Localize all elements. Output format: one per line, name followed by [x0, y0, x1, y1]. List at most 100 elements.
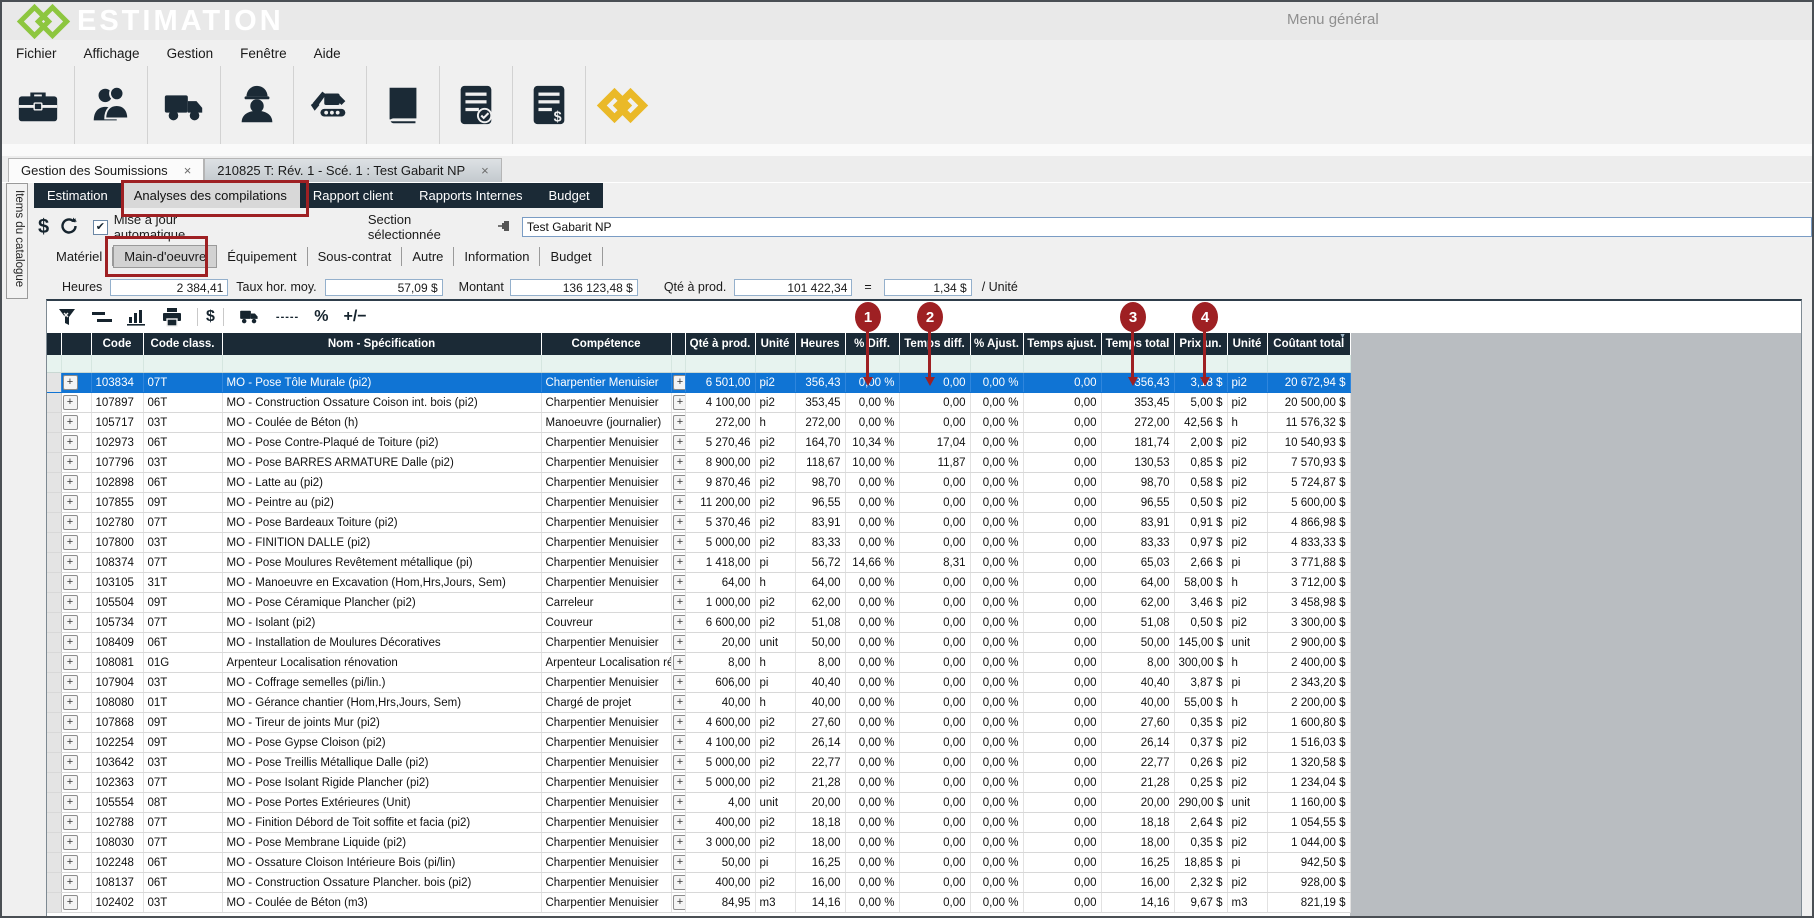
filter-cell[interactable] — [685, 355, 755, 373]
table-row[interactable]: +10297306TMO - Pose Contre-Plaqué de Toi… — [47, 433, 1350, 453]
dollar-icon[interactable]: $ — [197, 308, 224, 326]
brand-diamond-icon[interactable] — [586, 66, 658, 144]
expand-button[interactable]: + — [63, 395, 78, 410]
toolbox-icon[interactable] — [2, 66, 75, 144]
detail-button[interactable]: + — [673, 435, 686, 450]
filter-cell[interactable] — [755, 355, 795, 373]
tab-analyses-des-compilations[interactable]: Analyses des compilations — [121, 183, 300, 208]
dashes-icon[interactable]: ----- — [276, 311, 299, 323]
table-row[interactable]: +10785509TMO - Peintre au (pi2)Charpenti… — [47, 493, 1350, 513]
expand-button[interactable]: + — [63, 595, 78, 610]
expand-button[interactable]: + — [63, 735, 78, 750]
expand-button[interactable]: + — [63, 775, 78, 790]
expand-button[interactable]: + — [63, 655, 78, 670]
table-row[interactable]: +10383407TMO - Pose Tôle Murale (pi2)Cha… — [47, 373, 1350, 393]
menu-affichage[interactable]: Affichage — [84, 46, 140, 61]
header-temps-diff[interactable]: Temps diff. — [899, 333, 970, 355]
table-row[interactable]: +10786809TMO - Tireur de joints Mur (pi2… — [47, 713, 1350, 733]
detail-button[interactable]: + — [673, 415, 686, 430]
refresh-icon[interactable] — [59, 216, 79, 239]
header-prix-un[interactable]: Prix un. — [1174, 333, 1227, 355]
tab-budget-category[interactable]: Budget — [540, 247, 602, 266]
qte-field[interactable]: 101 422,34 — [734, 279, 852, 296]
table-row[interactable]: +10555408TMO - Pose Portes Extérieures (… — [47, 793, 1350, 813]
expand-button[interactable]: + — [63, 835, 78, 850]
unit-price-field[interactable]: 1,34 $ — [884, 279, 972, 296]
menu-fenetre[interactable]: Fenêtre — [240, 46, 287, 61]
header-nom-specification[interactable]: Nom - Spécification — [222, 333, 541, 355]
header-code[interactable]: Code — [91, 333, 143, 355]
expand-button[interactable]: + — [63, 675, 78, 690]
detail-button[interactable]: + — [673, 875, 686, 890]
expand-button[interactable]: + — [63, 555, 78, 570]
detail-button[interactable]: + — [673, 575, 686, 590]
workers-icon[interactable] — [75, 66, 148, 144]
detail-button[interactable]: + — [673, 615, 686, 630]
close-icon[interactable]: × — [481, 163, 489, 178]
header-temps-ajust[interactable]: Temps ajust. — [1023, 333, 1101, 355]
detail-button[interactable]: + — [673, 835, 686, 850]
detail-button[interactable]: + — [673, 375, 686, 390]
header-code-class[interactable]: Code class. — [143, 333, 222, 355]
lines-icon[interactable] — [92, 310, 112, 324]
worker-helmet-icon[interactable] — [221, 66, 294, 144]
section-input[interactable] — [522, 217, 1812, 237]
excavator-icon[interactable] — [294, 66, 367, 144]
expand-button[interactable]: + — [63, 435, 78, 450]
filter-cell[interactable] — [541, 355, 671, 373]
detail-button[interactable]: + — [673, 815, 686, 830]
header-pct-ajust[interactable]: % Ajust. — [970, 333, 1023, 355]
detail-button[interactable]: + — [673, 735, 686, 750]
detail-button[interactable]: + — [673, 655, 686, 670]
filter-cell[interactable] — [91, 355, 143, 373]
expand-button[interactable]: + — [63, 875, 78, 890]
detail-button[interactable]: + — [673, 495, 686, 510]
table-row[interactable]: +10224806TMO - Ossature Cloison Intérieu… — [47, 853, 1350, 873]
table-row[interactable]: +10790403TMO - Coffrage semelles (pi/lin… — [47, 673, 1350, 693]
filter-cell[interactable] — [1174, 355, 1227, 373]
header-qte-a-prod[interactable]: Qté à prod. — [685, 333, 755, 355]
filter-cell[interactable] — [47, 355, 61, 373]
catalog-book-icon[interactable] — [367, 66, 440, 144]
printer-icon[interactable] — [162, 308, 182, 327]
sidebar-tab-items-du-catalogue[interactable]: Items du catalogue — [6, 183, 28, 299]
tab-soumission-210825[interactable]: 210825 T: Rév. 1 - Scé. 1 : Test Gabarit… — [204, 158, 501, 182]
tab-estimation[interactable]: Estimation — [34, 183, 121, 208]
filter-cell[interactable] — [845, 355, 899, 373]
expand-button[interactable]: + — [63, 695, 78, 710]
expand-button[interactable]: + — [63, 635, 78, 650]
filter-cell[interactable] — [222, 355, 541, 373]
tab-autre[interactable]: Autre — [402, 247, 454, 266]
header-temps-total[interactable]: Temps total — [1101, 333, 1174, 355]
table-row[interactable]: +10289806TMO - Latte au (pi2)Charpentier… — [47, 473, 1350, 493]
tab-materiel[interactable]: Matériel — [46, 247, 113, 266]
detail-button[interactable]: + — [673, 635, 686, 650]
table-row[interactable]: +10550409TMO - Pose Céramique Plancher (… — [47, 593, 1350, 613]
table-row[interactable]: +10789706TMO - Construction Ossature Coi… — [47, 393, 1350, 413]
table-row[interactable]: +10364203TMO - Pose Treillis Métallique … — [47, 753, 1350, 773]
menu-fichier[interactable]: Fichier — [16, 46, 57, 61]
detail-button[interactable]: + — [673, 535, 686, 550]
tab-sous-contrat[interactable]: Sous-contrat — [308, 247, 403, 266]
truck-icon[interactable] — [148, 66, 221, 144]
tab-rapports-internes[interactable]: Rapports Internes — [406, 183, 535, 208]
detail-button[interactable]: + — [673, 675, 686, 690]
table-row[interactable]: +10837407TMO - Pose Moulures Revêtement … — [47, 553, 1350, 573]
table-row[interactable]: +10840906TMO - Installation de Moulures … — [47, 633, 1350, 653]
table-row[interactable]: +10780003TMO - FINITION DALLE (pi2)Charp… — [47, 533, 1350, 553]
filter-funnel-icon[interactable] — [57, 307, 77, 327]
filter-cell[interactable] — [143, 355, 222, 373]
detail-button[interactable]: + — [673, 395, 686, 410]
tab-equipement[interactable]: Équipement — [217, 247, 307, 266]
document-dollar-icon[interactable]: $ — [513, 66, 586, 144]
filter-cell[interactable] — [1267, 355, 1350, 373]
detail-button[interactable]: + — [673, 695, 686, 710]
table-row[interactable]: +10278007TMO - Pose Bardeaux Toiture (pi… — [47, 513, 1350, 533]
filter-cell[interactable] — [795, 355, 845, 373]
detail-button[interactable]: + — [673, 755, 686, 770]
filter-cell[interactable] — [970, 355, 1023, 373]
detail-button[interactable]: + — [673, 895, 686, 910]
detail-button[interactable]: + — [673, 795, 686, 810]
expand-button[interactable]: + — [63, 755, 78, 770]
auto-update-checkbox[interactable]: ✔ — [93, 220, 108, 235]
